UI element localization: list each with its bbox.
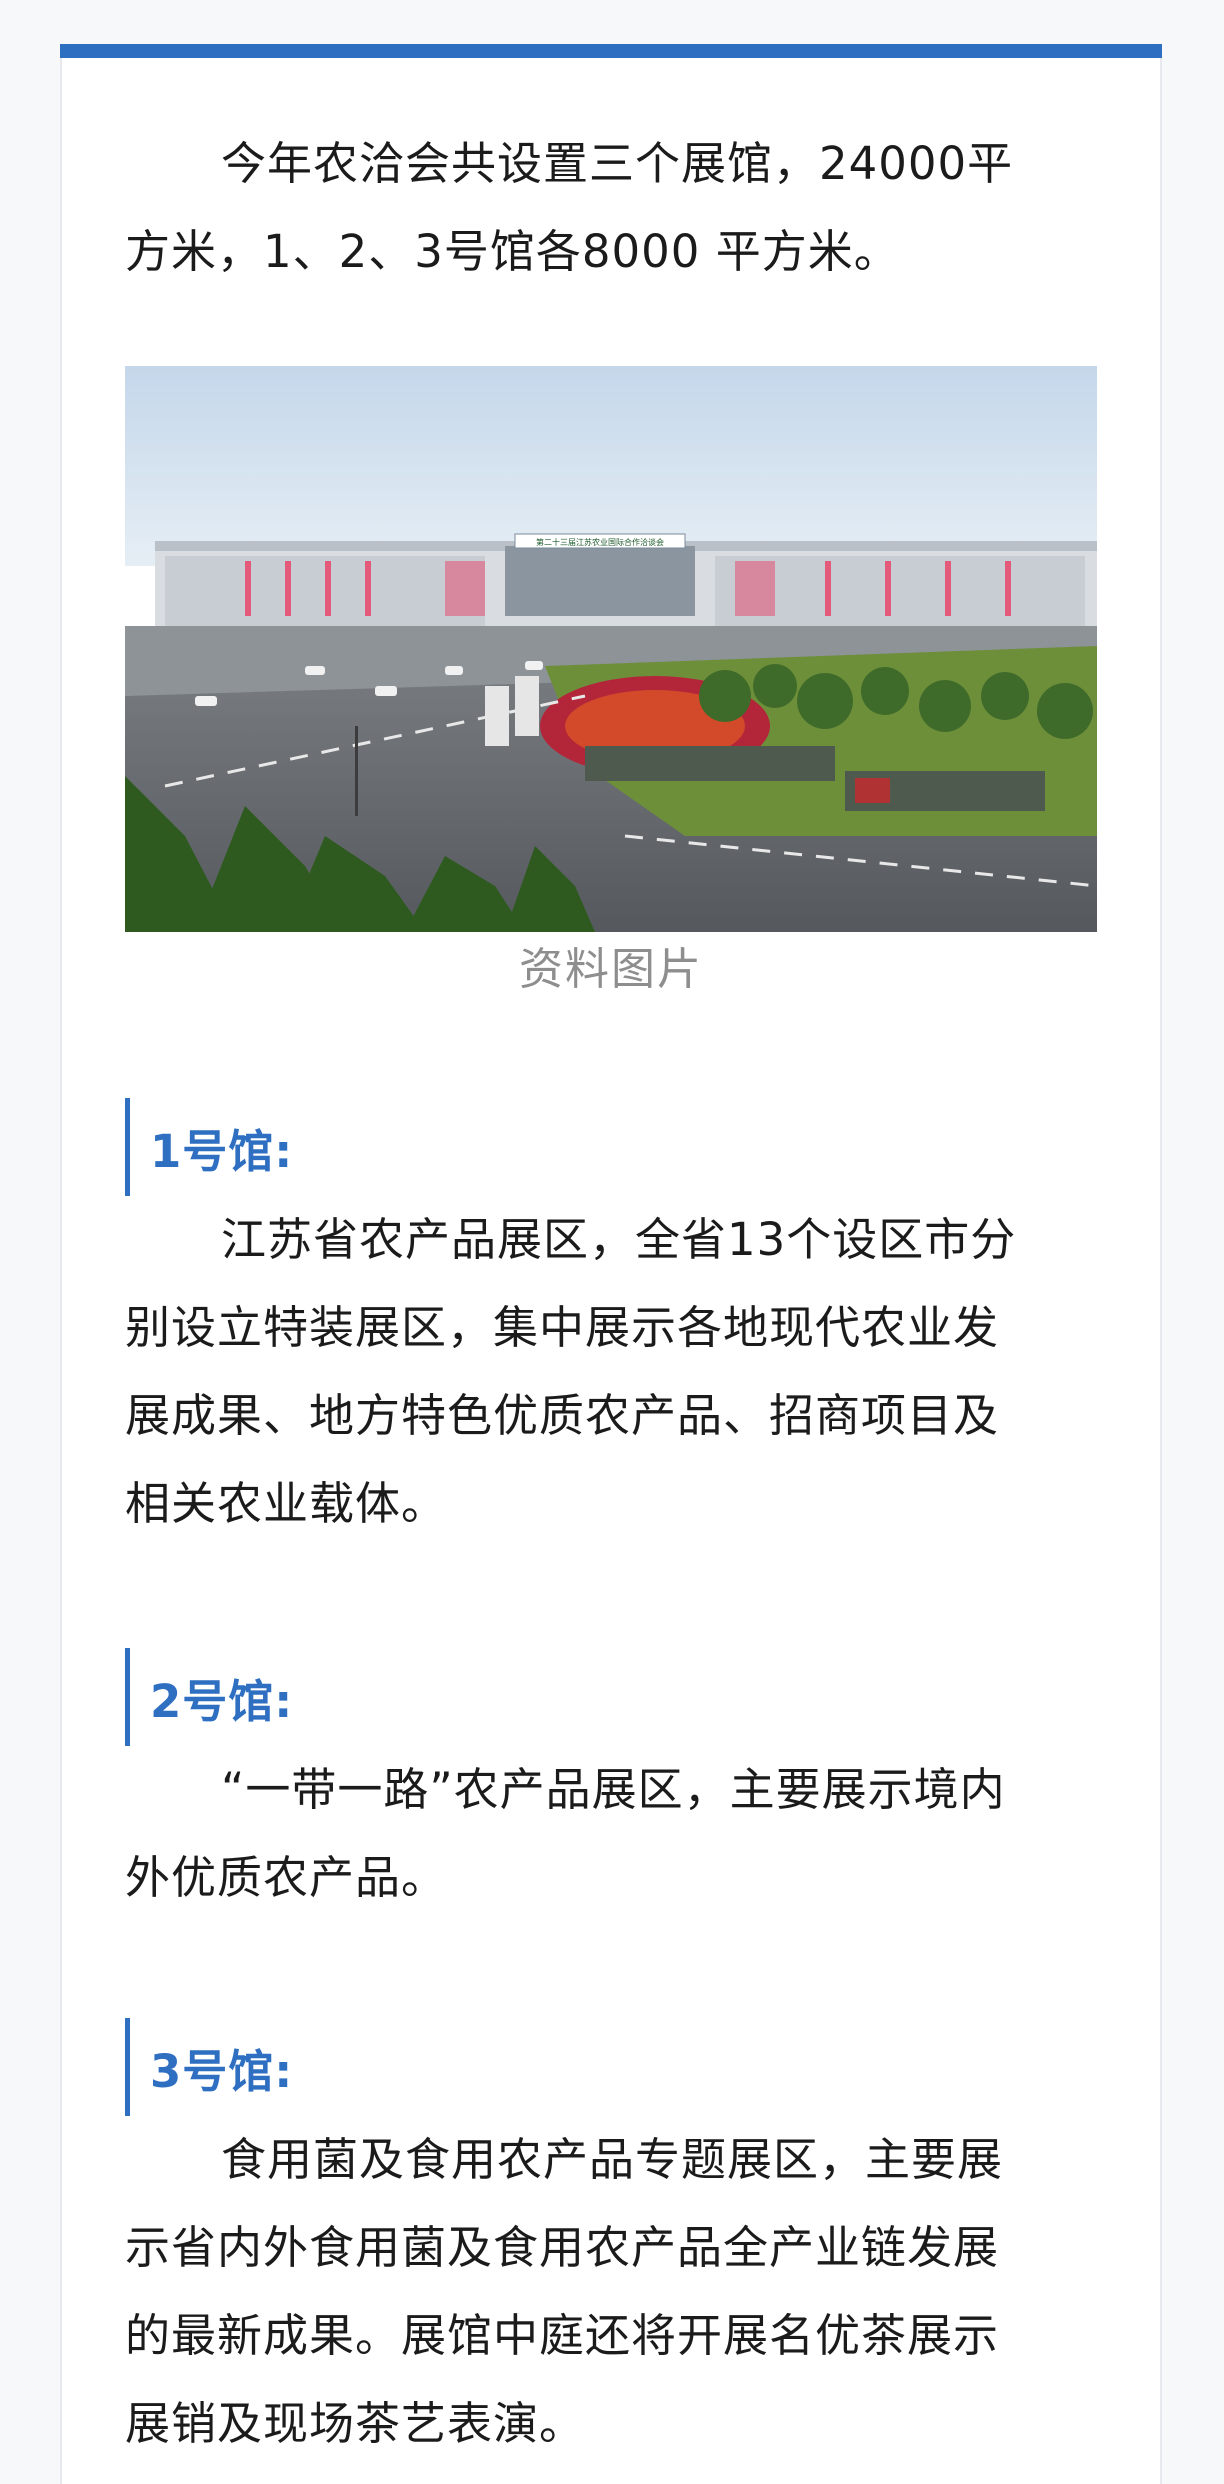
paragraph-line: 展成果、地方特色优质农产品、招商项目及	[125, 1389, 1000, 1442]
paragraph-line: “一带一路”农产品展区，主要展示境内	[221, 1763, 1006, 1816]
paragraph-line: 外优质农产品。	[125, 1851, 448, 1904]
paragraph-line: 的最新成果。展馆中庭还将开展名优茶展示	[125, 2309, 1000, 2362]
paragraph-line: 相关农业载体。	[125, 1477, 448, 1530]
section-paragraph-hall-3: 食用菌及食用农产品专题展区，主要展 示省内外食用菌及食用农产品全产业链发展 的最…	[125, 2116, 1097, 2468]
section-paragraph-hall-1: 江苏省农产品展区，全省13个设区市分 别设立特装展区，集中展示各地现代农业发 展…	[125, 1196, 1097, 1548]
intro-line: 方米，1、2、3号馆各8000 平方米。	[125, 225, 900, 278]
section-heading-hall-2: 2号馆:	[125, 1648, 1097, 1746]
paragraph-line: 别设立特装展区，集中展示各地现代农业发	[125, 1301, 1000, 1354]
article-content: 今年农洽会共设置三个展馆，24000平 方米，1、2、3号馆各8000 平方米。…	[125, 120, 1097, 2468]
section-heading-hall-3: 3号馆:	[125, 2018, 1097, 2116]
paragraph-line: 示省内外食用菌及食用农产品全产业链发展	[125, 2221, 1000, 2274]
section-title: 1号馆:	[150, 1124, 294, 1178]
photo-caption: 资料图片	[519, 944, 703, 995]
section-title: 3号馆:	[150, 2044, 294, 2098]
section-heading-hall-1: 1号馆:	[125, 1098, 1097, 1196]
accent-top-bar	[60, 44, 1162, 58]
exhibition-photo: 第二十三届江苏农业国际合作洽谈会	[125, 366, 1097, 932]
intro-paragraph: 今年农洽会共设置三个展馆，24000平 方米，1、2、3号馆各8000 平方米。	[125, 120, 1097, 296]
paragraph-line: 展销及现场茶艺表演。	[125, 2397, 586, 2450]
paragraph-line: 江苏省农产品展区，全省13个设区市分	[221, 1213, 1017, 1266]
section-title: 2号馆:	[150, 1674, 294, 1728]
paragraph-line: 食用菌及食用农产品专题展区，主要展	[221, 2133, 1004, 2186]
exhibition-photo-illustration: 第二十三届江苏农业国际合作洽谈会	[125, 366, 1097, 932]
section-paragraph-hall-2: “一带一路”农产品展区，主要展示境内 外优质农产品。	[125, 1746, 1097, 1922]
building-sign: 第二十三届江苏农业国际合作洽谈会	[536, 537, 664, 547]
intro-line: 今年农洽会共设置三个展馆，24000平	[221, 137, 1014, 190]
